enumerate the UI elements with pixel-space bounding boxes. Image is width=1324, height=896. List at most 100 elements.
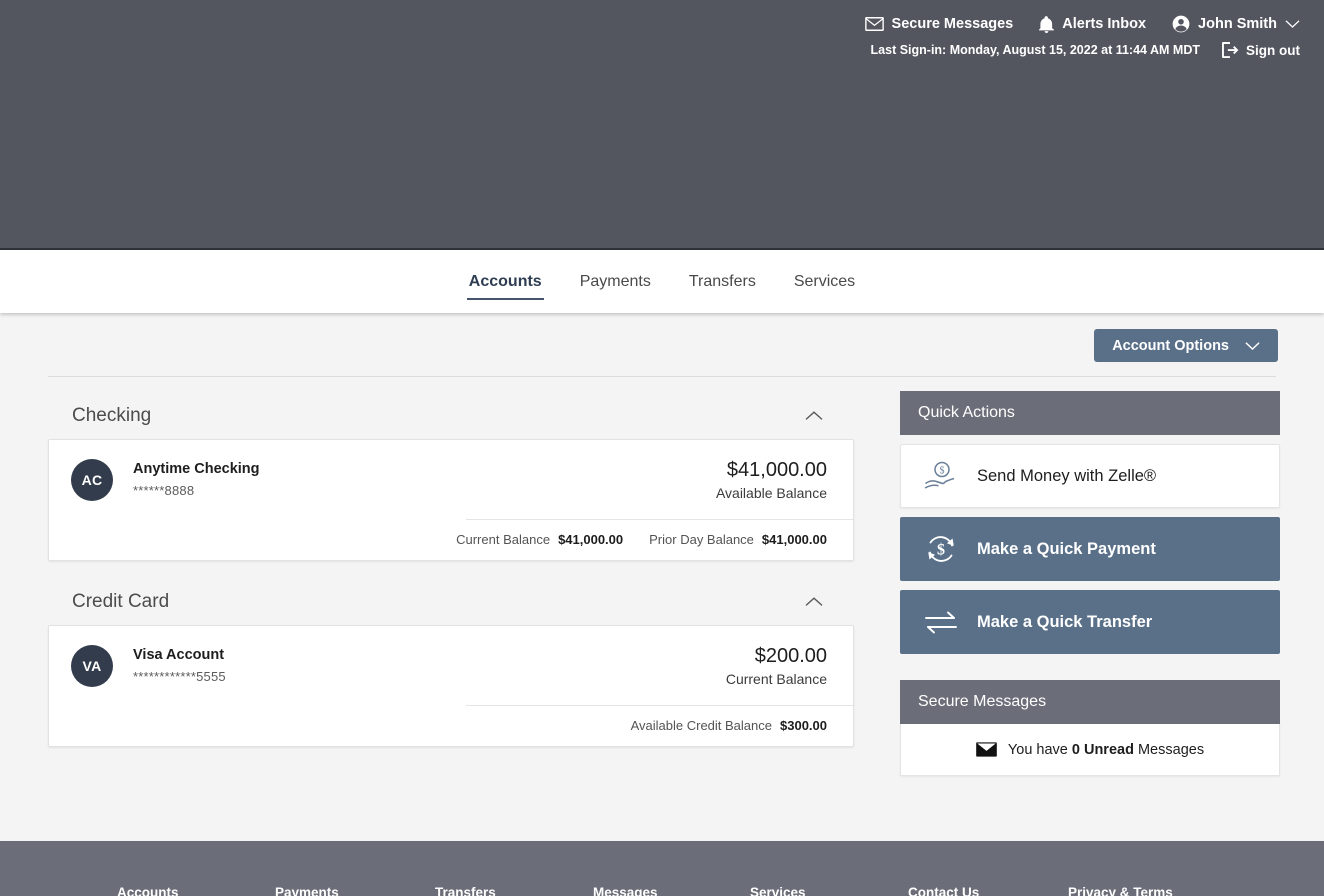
signin-row: Last Sign-in: Monday, August 15, 2022 at…	[0, 32, 1324, 58]
avatar: AC	[71, 458, 113, 501]
footer-heading-privacy-terms[interactable]: Privacy & Terms	[1068, 885, 1173, 896]
footer-columns: Accounts Payments Transfers Messages Ser…	[0, 841, 1324, 896]
sidebar-column: Quick Actions $ Send Money with Zelle® $…	[900, 391, 1280, 776]
account-number: ******8888	[133, 483, 195, 498]
main-content: Account Options Checking AC Anytime Chec…	[0, 313, 1324, 841]
detail-label: Current Balance	[456, 532, 551, 547]
msg-text-before: You have	[1007, 741, 1072, 758]
dollar-refresh-icon: $	[923, 533, 959, 565]
account-name-link[interactable]: Anytime Checking	[133, 461, 260, 478]
account-balance: $41,000.00 Available Balance	[716, 458, 827, 501]
quick-action-label: Make a Quick Transfer	[977, 612, 1153, 631]
footer-heading-accounts[interactable]: Accounts	[117, 885, 179, 896]
svg-text:$: $	[937, 542, 945, 559]
msg-text-after: Messages	[1133, 741, 1205, 758]
utility-link-label: Alerts Inbox	[1062, 16, 1147, 32]
account-card[interactable]: VA Visa Account ************5555 $200.00…	[48, 625, 854, 747]
last-signin-text: Last Sign-in: Monday, August 15, 2022 at…	[870, 43, 1200, 57]
account-group-header: Credit Card	[48, 577, 854, 625]
sign-out-label: Sign out	[1246, 42, 1300, 58]
quick-action-make-quick-payment[interactable]: $ Make a Quick Payment	[900, 517, 1280, 581]
user-circle-icon	[1172, 15, 1190, 33]
detail-value: $41,000.00	[558, 532, 624, 547]
account-card[interactable]: AC Anytime Checking ******8888 $41,000.0…	[48, 439, 854, 561]
account-identity: Anytime Checking ******8888	[133, 461, 260, 498]
detail-pair: Available Credit Balance $300.00	[631, 718, 827, 733]
detail-label: Prior Day Balance	[649, 532, 754, 547]
utility-link-alerts-inbox[interactable]: Alerts Inbox	[1039, 15, 1147, 33]
account-identity: Visa Account ************5555	[133, 647, 226, 684]
balance-amount: $200.00	[754, 645, 827, 667]
account-options-label: Account Options	[1112, 337, 1229, 354]
account-options-button[interactable]: Account Options	[1094, 329, 1278, 362]
account-card-details: Current Balance $41,000.00 Prior Day Bal…	[49, 519, 853, 560]
account-group-title: Credit Card	[72, 591, 170, 612]
tab-payments[interactable]: Payments	[561, 250, 670, 313]
content-divider	[48, 376, 1276, 377]
account-group-credit-card: Credit Card VA Visa Account ************…	[48, 577, 854, 747]
chevron-down-icon	[1245, 341, 1260, 351]
account-number: ************5555	[133, 669, 226, 684]
envelope-icon	[864, 17, 884, 31]
footer-heading-contact-us[interactable]: Contact Us	[908, 885, 979, 896]
sign-out-icon	[1222, 42, 1239, 58]
tab-label: Transfers	[688, 273, 756, 290]
account-card-main: AC Anytime Checking ******8888 $41,000.0…	[49, 440, 853, 519]
detail-label: Available Credit Balance	[630, 718, 772, 733]
account-balance: $200.00 Current Balance	[726, 644, 827, 687]
chevron-up-icon[interactable]	[800, 406, 828, 426]
svg-text:$: $	[940, 465, 945, 476]
tab-label: Payments	[579, 273, 651, 290]
detail-pair: Prior Day Balance $41,000.00	[649, 532, 827, 547]
quick-actions-panel-title: Quick Actions	[900, 391, 1280, 435]
transfer-arrows-icon	[923, 610, 959, 634]
footer-heading-services[interactable]: Services	[750, 885, 806, 896]
secure-messages-text: You have 0 Unread Messages	[1008, 742, 1204, 758]
account-card-main: VA Visa Account ************5555 $200.00…	[49, 626, 853, 705]
msg-unread-count: 0 Unread	[1071, 741, 1134, 758]
utility-link-user-menu[interactable]: John Smith	[1172, 15, 1300, 33]
site-footer: Accounts Payments Transfers Messages Ser…	[0, 841, 1324, 896]
footer-heading-transfers[interactable]: Transfers	[435, 885, 496, 896]
account-card-details: Available Credit Balance $300.00	[49, 705, 853, 746]
footer-heading-payments[interactable]: Payments	[275, 885, 339, 896]
tab-services[interactable]: Services	[775, 250, 874, 313]
account-group-title: Checking	[72, 405, 152, 426]
account-group-header: Checking	[48, 391, 854, 439]
content-columns: Checking AC Anytime Checking ******8888 …	[0, 391, 1324, 776]
secure-messages-summary[interactable]: You have 0 Unread Messages	[900, 724, 1280, 776]
tab-accounts[interactable]: Accounts	[450, 250, 561, 313]
user-name-label: John Smith	[1198, 16, 1277, 32]
tab-label: Services	[793, 273, 856, 290]
utility-link-secure-messages[interactable]: Secure Messages	[864, 16, 1014, 32]
quick-action-send-money-zelle[interactable]: $ Send Money with Zelle®	[900, 444, 1280, 508]
detail-value: $41,000.00	[761, 532, 827, 547]
secure-messages-panel: Secure Messages You have 0 Unread Messag…	[900, 680, 1280, 776]
account-name-link[interactable]: Visa Account	[133, 647, 226, 664]
quick-action-label: Send Money with Zelle®	[977, 466, 1157, 485]
utility-nav: Secure Messages Alerts Inbox John Smith	[0, 0, 1324, 33]
balance-label: Current Balance	[725, 671, 827, 687]
main-navigation: Accounts Payments Transfers Services	[0, 250, 1324, 313]
hand-money-icon: $	[923, 461, 959, 491]
footer-heading-messages[interactable]: Messages	[593, 885, 658, 896]
balance-label: Available Balance	[715, 485, 827, 501]
secure-messages-panel-title: Secure Messages	[900, 680, 1280, 724]
account-group-checking: Checking AC Anytime Checking ******8888 …	[48, 391, 854, 561]
page-root: Secure Messages Alerts Inbox John Smith …	[0, 0, 1324, 896]
avatar: VA	[71, 644, 113, 687]
chevron-down-icon	[1285, 19, 1300, 29]
envelope-icon	[976, 742, 997, 757]
tab-label: Accounts	[468, 273, 542, 290]
balance-amount: $41,000.00	[726, 459, 827, 481]
utility-link-label: Secure Messages	[891, 16, 1014, 32]
tab-transfers[interactable]: Transfers	[670, 250, 775, 313]
chevron-up-icon[interactable]	[800, 592, 828, 612]
detail-value: $300.00	[780, 718, 827, 733]
sign-out-button[interactable]: Sign out	[1222, 42, 1300, 58]
quick-action-label: Make a Quick Payment	[977, 539, 1156, 558]
masthead: Secure Messages Alerts Inbox John Smith …	[0, 0, 1324, 250]
quick-action-make-quick-transfer[interactable]: Make a Quick Transfer	[900, 590, 1280, 654]
accounts-column: Checking AC Anytime Checking ******8888 …	[48, 391, 854, 776]
